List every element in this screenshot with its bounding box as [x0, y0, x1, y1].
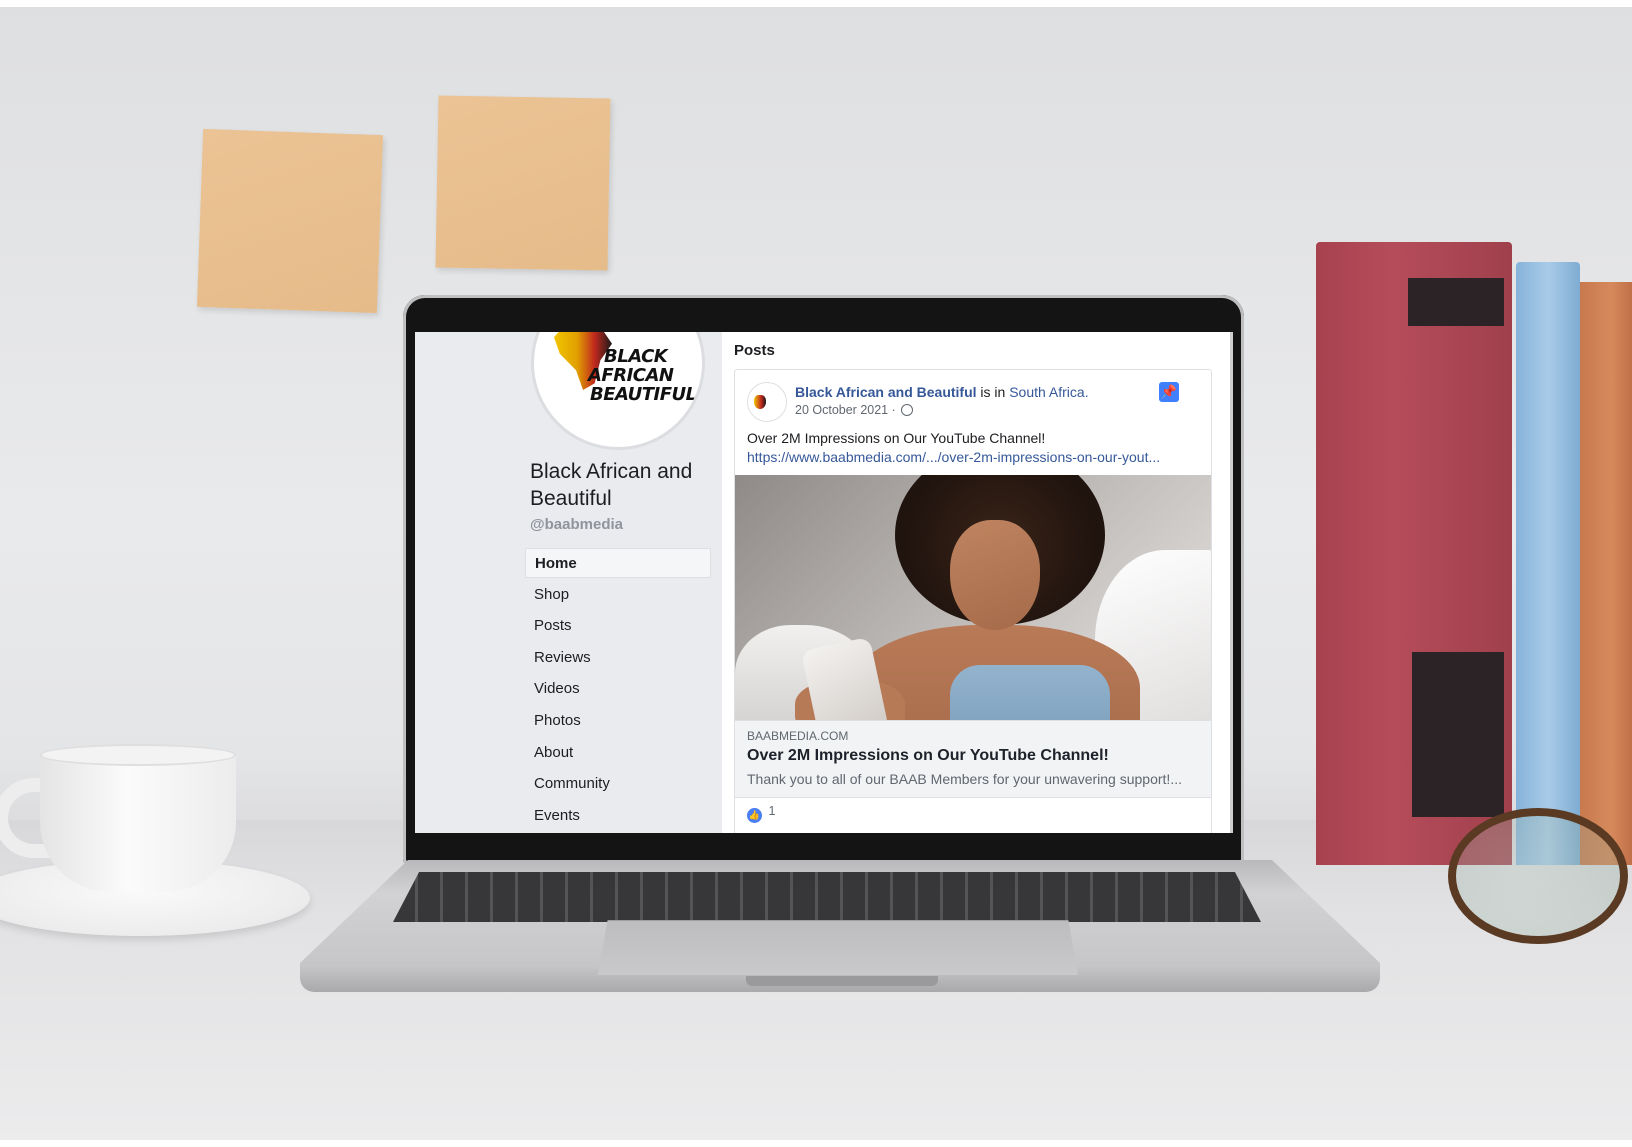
nav-item-community[interactable]: Community [525, 769, 711, 799]
book-red-band-top [1408, 278, 1504, 326]
nav-item-reviews[interactable]: Reviews [525, 643, 711, 673]
bottom-strip [0, 1140, 1632, 1147]
main-feed: Posts Black African and Beautiful is in … [722, 332, 1230, 833]
post-author-avatar[interactable] [747, 382, 787, 422]
profile-picture[interactable]: BLACK AFRICAN BEAUTIFUL [531, 332, 705, 450]
page-sidebar: BLACK AFRICAN BEAUTIFUL Black African an… [415, 332, 722, 833]
nav-item-events[interactable]: Events [525, 801, 711, 831]
pin-icon[interactable]: 📌 [1159, 382, 1179, 402]
post-meta: 20 October 2021 · [795, 403, 914, 417]
page-handle[interactable]: @baabmedia [530, 516, 623, 533]
sticky-note-left [196, 128, 384, 314]
image-person-top [950, 665, 1110, 720]
globe-icon [901, 404, 914, 416]
nav-item-videos[interactable]: Videos [525, 674, 711, 704]
logo-line-1: BLACK [604, 346, 668, 367]
link-preview[interactable]: BAABMEDIA.COM Over 2M Impressions on Our… [735, 720, 1211, 798]
post-text: Over 2M Impressions on Our YouTube Chann… [747, 430, 1046, 446]
coffee-cup [40, 752, 236, 892]
cup-rim [40, 744, 236, 766]
logo-line-2: AFRICAN [588, 365, 674, 386]
nav-item-posts[interactable]: Posts [525, 611, 711, 641]
page-name[interactable]: Black African and Beautiful [530, 458, 730, 512]
nav-item-home[interactable]: Home [525, 548, 711, 578]
posts-section-title: Posts [734, 342, 775, 359]
laptop-keyboard [393, 872, 1261, 922]
image-person-face [950, 520, 1040, 630]
book-red-band-bottom [1412, 652, 1504, 817]
page-nav: Home Shop Posts Reviews Videos Photos Ab… [525, 548, 711, 832]
avatar-map-icon [754, 395, 766, 409]
eyeglasses [1448, 808, 1628, 944]
link-preview-domain: BAABMEDIA.COM [747, 729, 849, 743]
like-icon: 👍 [747, 808, 762, 823]
post-location-prefix: is in [980, 384, 1006, 400]
post-url-link[interactable]: https://www.baabmedia.com/.../over-2m-im… [747, 449, 1197, 465]
post-header: Black African and Beautiful is in South … [795, 384, 1089, 400]
screen-scrollbar[interactable] [1230, 332, 1233, 833]
logo-text: BLACK AFRICAN BEAUTIFUL [588, 346, 702, 405]
link-preview-title[interactable]: Over 2M Impressions on Our YouTube Chann… [747, 747, 1109, 765]
post-author-link[interactable]: Black African and Beautiful [795, 384, 977, 400]
logo-line-3: BEAUTIFUL [590, 384, 697, 405]
laptop-notch [746, 976, 938, 986]
laptop-trackpad[interactable] [598, 920, 1078, 975]
post-reactions[interactable]: 👍 1 [747, 804, 775, 823]
link-preview-description: Thank you to all of our BAAB Members for… [747, 771, 1182, 787]
nav-item-photos[interactable]: Photos [525, 706, 711, 736]
sticky-note-right [435, 95, 611, 271]
post-location-link[interactable]: South Africa. [1009, 384, 1088, 400]
book-orange [1580, 282, 1632, 865]
nav-item-about[interactable]: About [525, 738, 711, 768]
book-blue [1516, 262, 1580, 865]
laptop-screen: BLACK AFRICAN BEAUTIFUL Black African an… [415, 332, 1230, 833]
post-image[interactable] [735, 475, 1211, 720]
post-date[interactable]: 20 October 2021 · [795, 403, 896, 417]
nav-item-shop[interactable]: Shop [525, 580, 711, 610]
top-strip [0, 0, 1632, 7]
reaction-count: 1 [768, 804, 776, 818]
pinned-post: Black African and Beautiful is in South … [734, 369, 1212, 833]
book-red [1316, 242, 1512, 865]
